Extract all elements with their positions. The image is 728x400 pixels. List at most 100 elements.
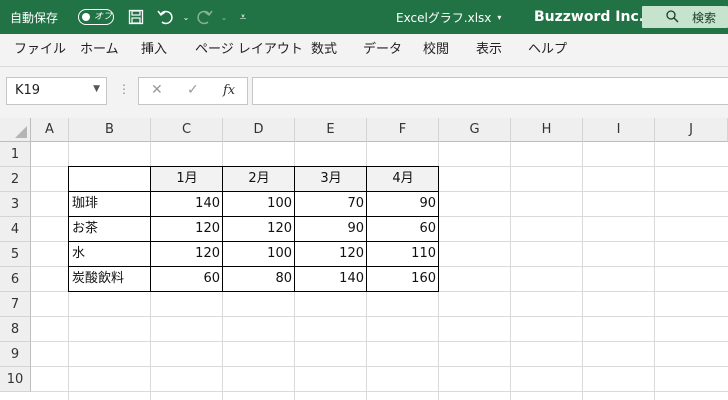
- column-header-i[interactable]: I: [583, 118, 655, 142]
- table-row-label[interactable]: 炭酸飲料: [69, 267, 151, 292]
- search-label: 検索: [692, 11, 717, 25]
- table-header-mar[interactable]: 3月: [295, 167, 367, 192]
- tab-help[interactable]: ヘルプ: [528, 34, 567, 66]
- row-header-8[interactable]: 8: [0, 317, 31, 342]
- table-cell[interactable]: 60: [367, 217, 439, 242]
- tab-insert[interactable]: 挿入: [141, 34, 167, 66]
- table-cell[interactable]: 100: [223, 242, 295, 267]
- row-header-2[interactable]: 2: [0, 167, 31, 192]
- table-cell[interactable]: 120: [223, 217, 295, 242]
- document-title-text: Excelグラフ.xlsx: [396, 10, 492, 25]
- table-cell[interactable]: 80: [223, 267, 295, 292]
- column-header-c[interactable]: C: [151, 118, 223, 142]
- autosave-state: オフ: [94, 12, 113, 22]
- insert-function-icon[interactable]: fx: [223, 83, 235, 98]
- table-border: [68, 166, 69, 292]
- table-border: [68, 216, 439, 217]
- row-header-10[interactable]: 10: [0, 367, 31, 392]
- table-border: [68, 191, 439, 192]
- search-icon: [666, 10, 679, 26]
- autosave-toggle[interactable]: オフ: [78, 9, 114, 25]
- row-header-9[interactable]: 9: [0, 342, 31, 367]
- table-cell[interactable]: 120: [151, 217, 223, 242]
- table-border: [68, 266, 439, 267]
- save-icon[interactable]: [127, 0, 145, 34]
- name-box-value: K19: [15, 83, 41, 98]
- table-header-corner[interactable]: [69, 167, 151, 192]
- table-border: [68, 291, 439, 292]
- column-header-h[interactable]: H: [511, 118, 583, 142]
- enter-icon[interactable]: ✓: [187, 82, 199, 98]
- redo-icon[interactable]: [196, 0, 214, 34]
- table-border: [438, 166, 439, 292]
- column-header-f[interactable]: F: [367, 118, 439, 142]
- row-header-6[interactable]: 6: [0, 267, 31, 292]
- table-row-label[interactable]: お茶: [69, 217, 151, 242]
- column-header-j[interactable]: J: [655, 118, 728, 142]
- table-cell[interactable]: 140: [151, 192, 223, 217]
- table-cell[interactable]: 90: [367, 192, 439, 217]
- table-header-jan[interactable]: 1月: [151, 167, 223, 192]
- row-header-3[interactable]: 3: [0, 192, 31, 217]
- column-header-e[interactable]: E: [295, 118, 367, 142]
- tab-view[interactable]: 表示: [476, 34, 502, 66]
- tab-review[interactable]: 校閲: [423, 34, 449, 66]
- column-header-g[interactable]: G: [439, 118, 511, 142]
- table-header-apr[interactable]: 4月: [367, 167, 439, 192]
- tab-data[interactable]: データ: [363, 34, 402, 66]
- table-row-label[interactable]: 水: [69, 242, 151, 267]
- tab-formulas[interactable]: 数式: [311, 34, 337, 66]
- gridline: [31, 341, 728, 342]
- gridline: [31, 316, 728, 317]
- table-border: [222, 166, 223, 292]
- table-header-feb[interactable]: 2月: [223, 167, 295, 192]
- table-cell[interactable]: 70: [295, 192, 367, 217]
- name-box-dropdown-icon[interactable]: ▼: [93, 84, 100, 94]
- table-cell[interactable]: 120: [295, 242, 367, 267]
- table-cell[interactable]: 60: [151, 267, 223, 292]
- customize-toolbar-icon[interactable]: ⩡: [234, 0, 252, 34]
- table-border: [68, 241, 439, 242]
- formula-buttons: ✕ ✓ fx: [138, 77, 248, 105]
- table-cell[interactable]: 90: [295, 217, 367, 242]
- row-header-4[interactable]: 4: [0, 217, 31, 242]
- undo-dropdown-icon[interactable]: ⌄: [177, 0, 195, 34]
- gridline: [31, 391, 728, 392]
- table-cell[interactable]: 110: [367, 242, 439, 267]
- select-all-button[interactable]: [0, 118, 31, 142]
- tab-page-layout[interactable]: ページ レイアウト: [195, 34, 303, 66]
- tab-file[interactable]: ファイル: [14, 34, 66, 66]
- redo-dropdown-icon[interactable]: ⌄: [215, 0, 233, 34]
- worksheet-grid[interactable]: A B C D E F G H I J 1 2 3 4 5 6 7 8 9 10…: [0, 118, 728, 400]
- toggle-knob: [82, 13, 90, 21]
- gridline: [510, 142, 511, 400]
- table-cell[interactable]: 140: [295, 267, 367, 292]
- select-all-icon: [15, 126, 27, 138]
- search-box[interactable]: 検索: [642, 6, 728, 28]
- table-border: [294, 166, 295, 292]
- column-header-d[interactable]: D: [223, 118, 295, 142]
- table-cell[interactable]: 100: [223, 192, 295, 217]
- name-box[interactable]: K19 ▼: [6, 77, 107, 105]
- formula-input[interactable]: [252, 77, 728, 105]
- company-name: Buzzword Inc.: [534, 9, 645, 25]
- column-header-a[interactable]: A: [31, 118, 69, 142]
- row-header-1[interactable]: 1: [0, 142, 31, 167]
- table-cell[interactable]: 120: [151, 242, 223, 267]
- column-header-b[interactable]: B: [69, 118, 151, 142]
- ribbon-tabs: ファイル ホーム 挿入 ページ レイアウト 数式 データ 校閲 表示 ヘルプ: [0, 34, 728, 67]
- table-border: [150, 166, 151, 292]
- gridline: [582, 142, 583, 400]
- tab-home[interactable]: ホーム: [80, 34, 119, 66]
- table-row-label[interactable]: 珈琲: [69, 192, 151, 217]
- formula-bar-grip-icon[interactable]: ⋮: [118, 82, 130, 96]
- gridline: [654, 142, 655, 400]
- row-header-5[interactable]: 5: [0, 242, 31, 267]
- document-title[interactable]: Excelグラフ.xlsx ▾: [396, 0, 501, 34]
- row-header-7[interactable]: 7: [0, 292, 31, 317]
- undo-icon[interactable]: [156, 0, 174, 34]
- table-border: [68, 166, 439, 167]
- title-dropdown-icon: ▾: [497, 12, 502, 22]
- table-cell[interactable]: 160: [367, 267, 439, 292]
- cancel-icon[interactable]: ✕: [151, 82, 163, 98]
